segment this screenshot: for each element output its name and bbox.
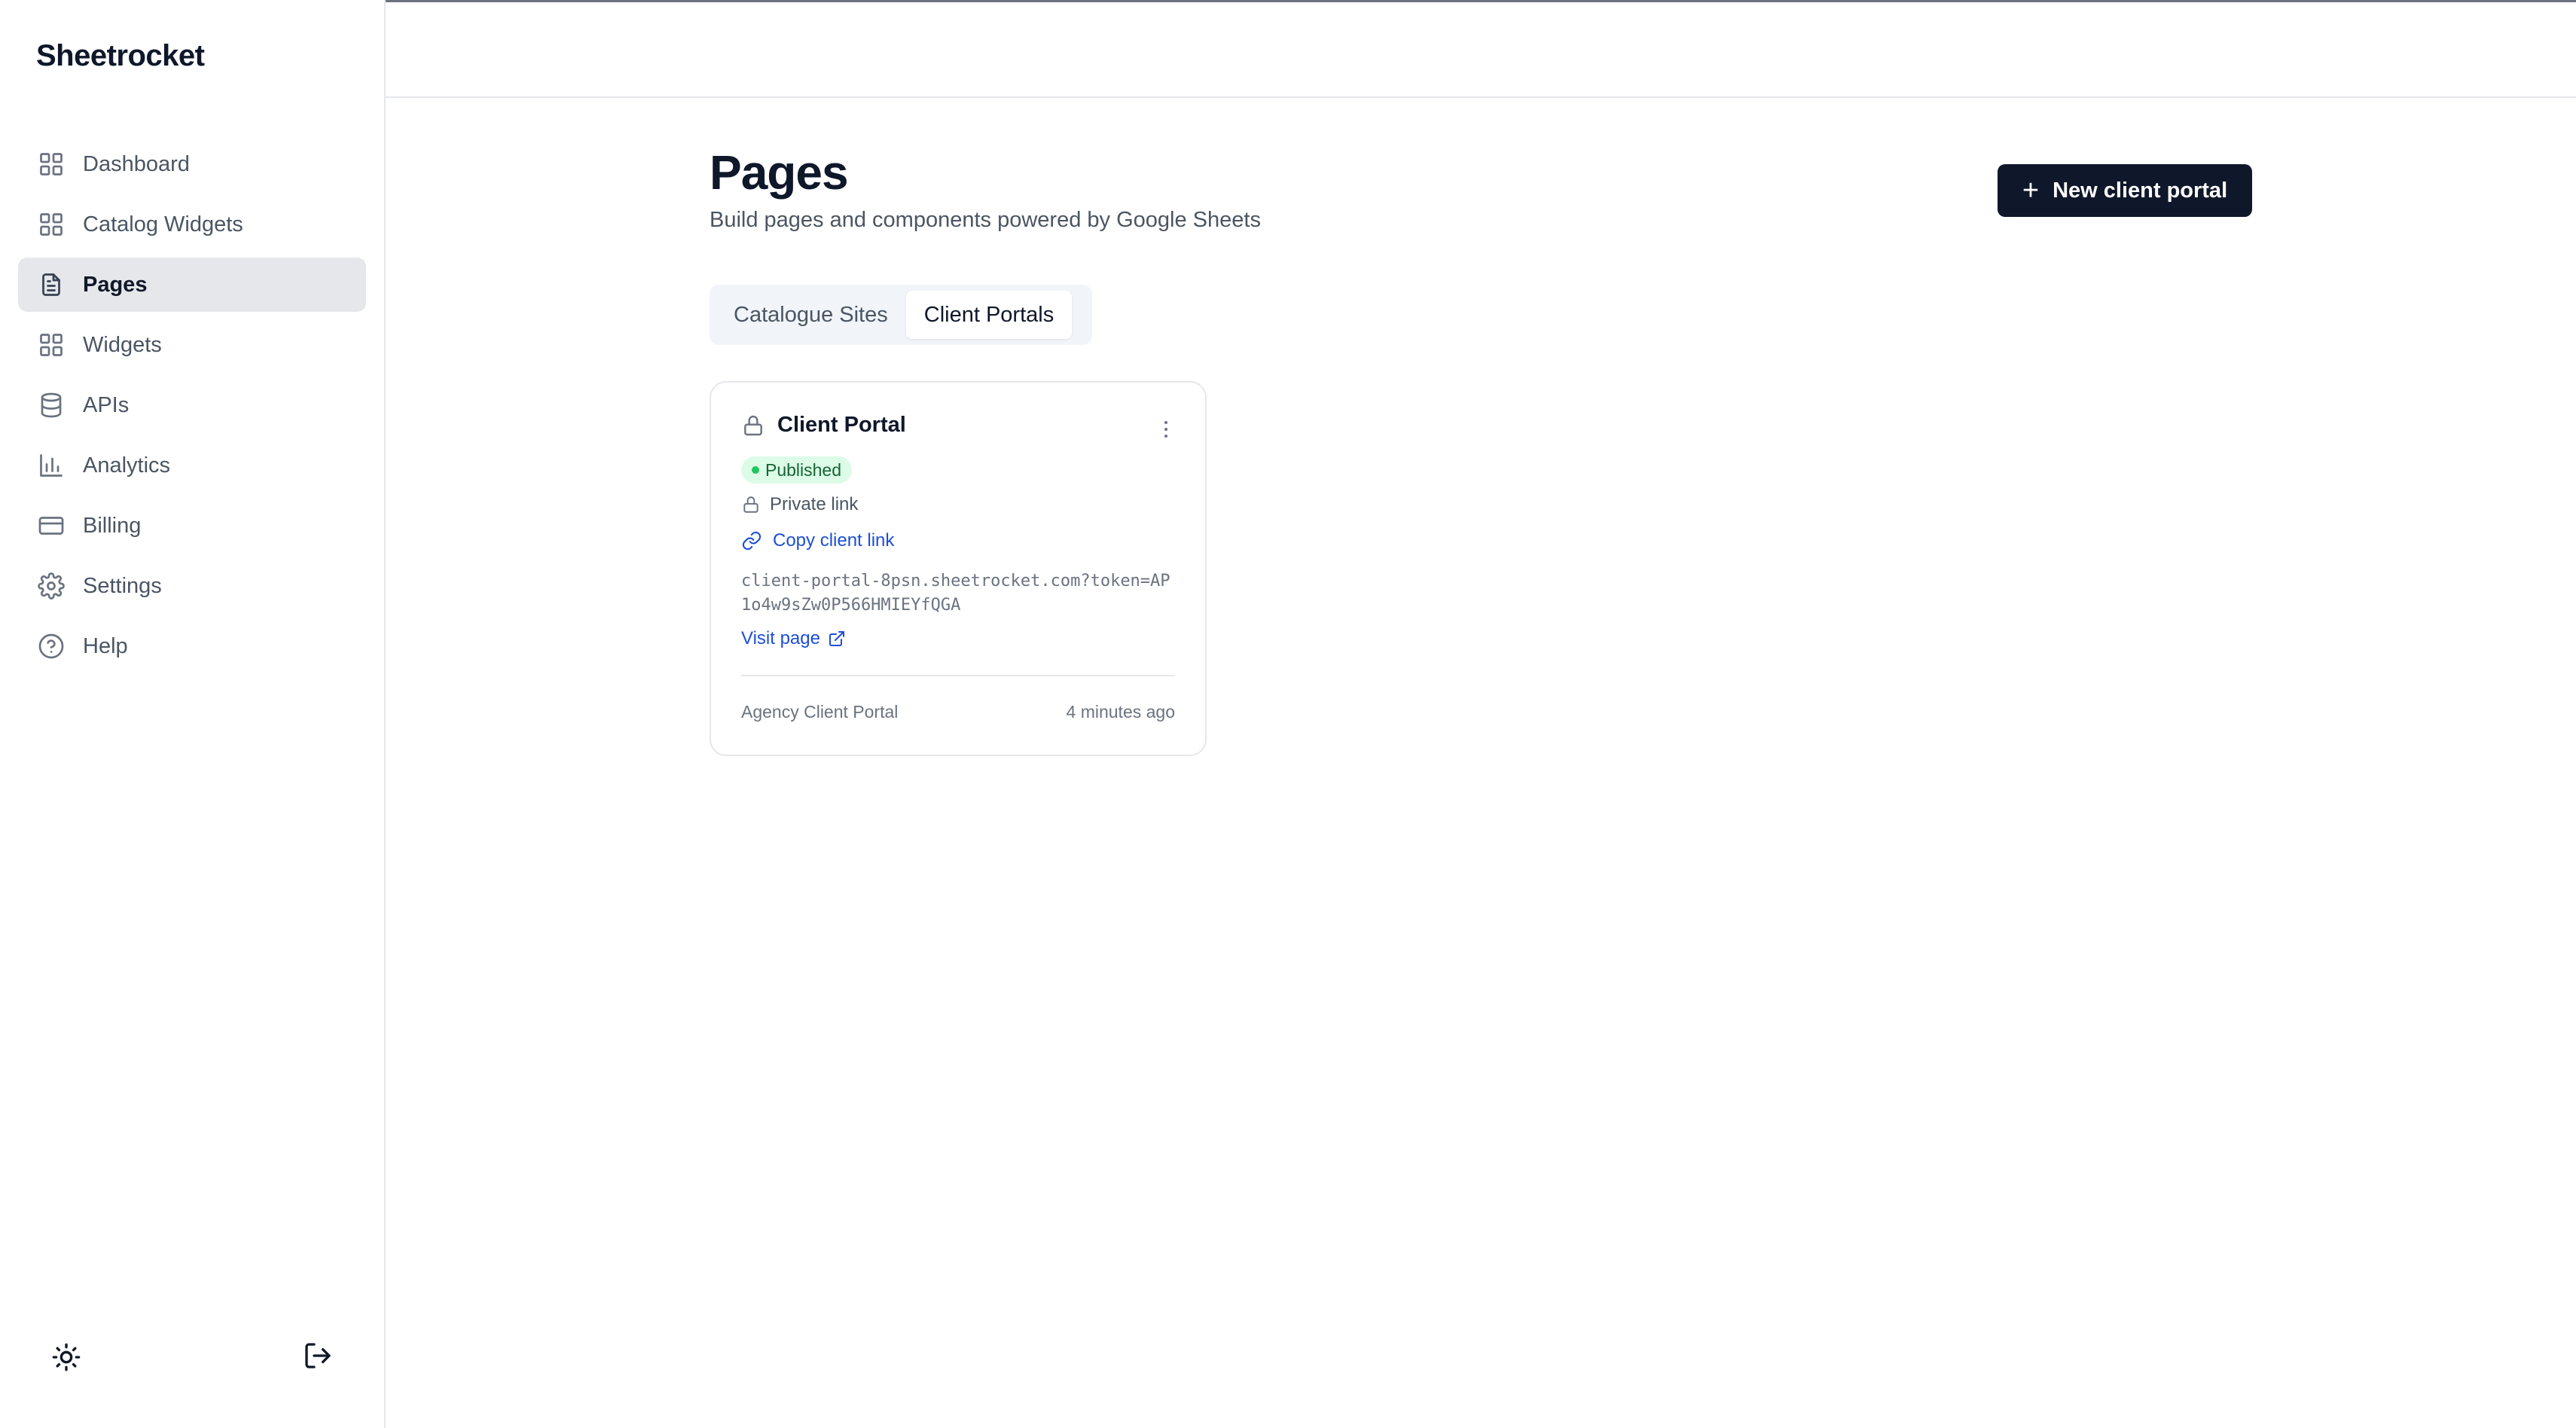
sidebar-item-label: Help — [83, 633, 128, 658]
client-portal-card[interactable]: Client Portal Published Private link Cop… — [710, 381, 1207, 756]
brand-logo[interactable]: Sheetrocket — [36, 39, 205, 73]
sidebar-item-billing[interactable]: Billing — [18, 499, 366, 553]
visibility-row: Private link — [741, 494, 858, 515]
portal-url: client-portal-8psn.sheetrocket.com?token… — [741, 572, 1170, 615]
copy-client-link-label: Copy client link — [773, 530, 895, 551]
logout-button[interactable] — [300, 1338, 336, 1374]
sidebar-nav: Dashboard Catalog Widgets Pages Widgets … — [18, 137, 366, 679]
sidebar-item-help[interactable]: Help — [18, 619, 366, 673]
plus-icon: + — [2022, 175, 2040, 206]
gear-icon — [36, 571, 66, 601]
sidebar-item-label: Widgets — [83, 332, 162, 357]
help-circle-icon — [36, 631, 66, 661]
theme-toggle-button[interactable] — [48, 1339, 84, 1375]
tab-client-portals[interactable]: Client Portals — [905, 291, 1073, 339]
sidebar-item-analytics[interactable]: Analytics — [18, 438, 366, 493]
card-divider — [741, 675, 1175, 676]
status-label: Published — [765, 459, 842, 480]
card-header: Client Portal — [741, 413, 906, 438]
sidebar-item-label: Billing — [83, 513, 142, 538]
sidebar-item-label: Analytics — [83, 453, 171, 478]
status-dot — [752, 466, 759, 474]
grid-icon — [36, 209, 66, 240]
page-type-tabs: Catalogue Sites Client Portals — [710, 285, 1092, 345]
more-options-icon[interactable] — [1157, 416, 1175, 443]
sidebar-item-widgets[interactable]: Widgets — [18, 318, 366, 372]
card-title: Client Portal — [777, 413, 906, 437]
lock-icon — [741, 413, 777, 438]
credit-card-icon — [36, 511, 66, 541]
grid-icon — [36, 149, 66, 179]
sun-icon — [51, 1342, 81, 1372]
sidebar: Sheetrocket Dashboard Catalog Widgets Pa… — [0, 0, 386, 1428]
card-template-name: Agency Client Portal — [741, 702, 899, 722]
new-client-portal-label: New client portal — [2053, 178, 2228, 203]
visit-page-label: Visit page — [741, 628, 820, 648]
copy-client-link-button[interactable]: Copy client link — [741, 530, 894, 551]
tab-catalogue-sites[interactable]: Catalogue Sites — [716, 291, 906, 339]
sidebar-item-label: Settings — [83, 573, 162, 598]
bar-chart-icon — [36, 450, 66, 481]
logout-icon — [303, 1341, 333, 1371]
sidebar-item-apis[interactable]: APIs — [18, 378, 366, 432]
card-updated-time: 4 minutes ago — [1066, 702, 1175, 722]
sidebar-item-label: APIs — [83, 392, 130, 417]
link-icon — [741, 530, 773, 551]
sidebar-item-catalog-widgets[interactable]: Catalog Widgets — [18, 197, 366, 252]
file-text-icon — [36, 270, 66, 300]
top-bar — [386, 0, 2576, 98]
visibility-label: Private link — [770, 494, 859, 514]
status-badge: Published — [741, 456, 853, 484]
visit-page-link[interactable]: Visit page — [741, 628, 846, 649]
page-title: Pages — [710, 145, 849, 200]
grid-icon — [36, 330, 66, 360]
new-client-portal-button[interactable]: + New client portal — [1998, 164, 2252, 217]
external-link-icon — [820, 630, 846, 648]
sidebar-item-label: Dashboard — [83, 151, 190, 176]
sidebar-item-label: Catalog Widgets — [83, 212, 243, 236]
sidebar-item-settings[interactable]: Settings — [18, 559, 366, 613]
lock-icon — [741, 495, 770, 514]
sidebar-item-dashboard[interactable]: Dashboard — [18, 137, 366, 191]
page-subtitle: Build pages and components powered by Go… — [710, 208, 1261, 232]
sidebar-item-pages[interactable]: Pages — [18, 258, 366, 312]
database-icon — [36, 390, 66, 420]
sidebar-item-label: Pages — [83, 272, 148, 297]
